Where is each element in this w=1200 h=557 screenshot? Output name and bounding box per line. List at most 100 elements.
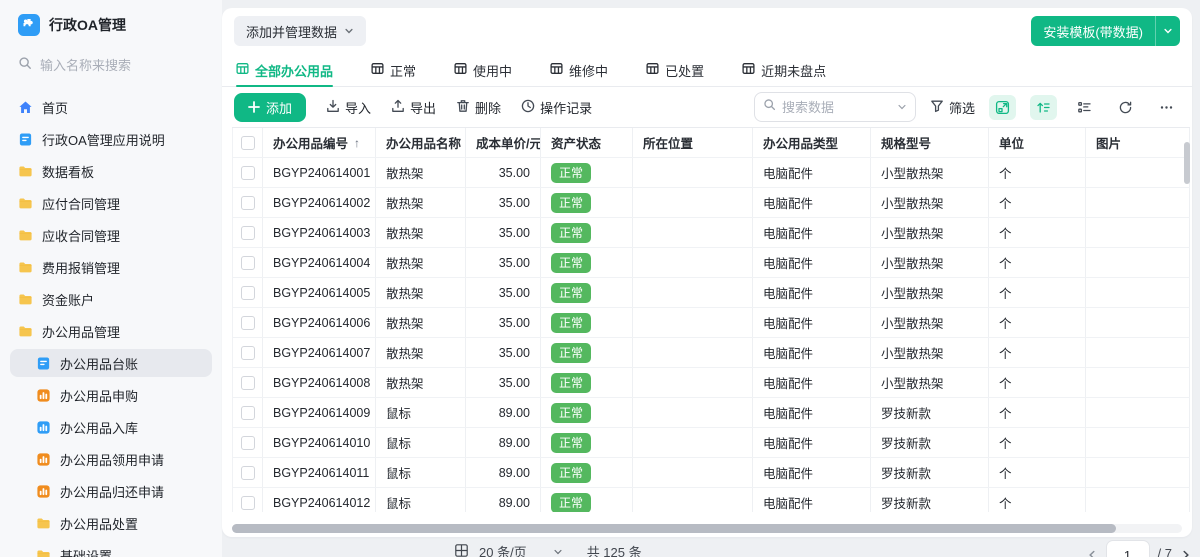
status-badge: 正常: [551, 462, 592, 483]
sidebar-item[interactable]: 办公用品领用申请: [10, 445, 212, 473]
cell-status: 正常: [541, 308, 633, 337]
cell-type: 电脑配件: [753, 308, 871, 337]
table-row[interactable]: BGYP240614006 散热架 35.00 正常 电脑配件 小型散热架个: [232, 308, 1190, 338]
manage-data-dropdown[interactable]: 添加并管理数据: [234, 16, 367, 46]
table-search-input[interactable]: [781, 99, 882, 115]
table-row[interactable]: BGYP240614009 鼠标 89.00 正常 电脑配件 罗技新款个: [232, 398, 1190, 428]
install-template-label[interactable]: 安装模板(带数据): [1031, 16, 1155, 46]
view-tab[interactable]: 近期未盘点: [742, 54, 826, 86]
sidebar-item[interactable]: 基础设置: [10, 541, 212, 557]
column-header[interactable]: 单位: [989, 128, 1086, 157]
sidebar-item[interactable]: 办公用品入库: [10, 413, 212, 441]
column-header[interactable]: 资产状态: [541, 128, 633, 157]
select-all-checkbox[interactable]: [240, 135, 255, 150]
sidebar-item[interactable]: 应收合同管理: [10, 221, 212, 249]
view-tab[interactable]: 维修中: [550, 54, 608, 86]
cell-unit: 个: [989, 158, 1086, 187]
history-button[interactable]: 操作记录: [521, 98, 592, 117]
view-tab[interactable]: 全部办公用品: [236, 54, 334, 87]
delete-button[interactable]: 删除: [456, 98, 501, 117]
column-header[interactable]: 成本单价/元: [466, 128, 541, 157]
cell-price: 89.00: [466, 488, 541, 512]
more-button[interactable]: [1153, 95, 1180, 120]
cell-price: 35.00: [466, 308, 541, 337]
search-options-caret[interactable]: [897, 102, 907, 112]
page-number-input[interactable]: [1105, 540, 1150, 557]
search-icon: [763, 98, 776, 116]
cell-name: 鼠标: [376, 488, 466, 512]
table-row[interactable]: BGYP240614007 散热架 35.00 正常 电脑配件 小型散热架个: [232, 338, 1190, 368]
row-checkbox[interactable]: [240, 435, 255, 450]
table-row[interactable]: BGYP240614002 散热架 35.00 正常 电脑配件 小型散热架个: [232, 188, 1190, 218]
install-template-button[interactable]: 安装模板(带数据): [1031, 16, 1180, 46]
vertical-scrollbar[interactable]: [1184, 142, 1190, 184]
row-checkbox[interactable]: [240, 195, 255, 210]
sidebar-item[interactable]: 行政OA管理应用说明: [10, 125, 212, 153]
table-search[interactable]: [753, 92, 916, 122]
column-header[interactable]: 办公用品类型: [753, 128, 871, 157]
row-checkbox[interactable]: [240, 285, 255, 300]
column-header[interactable]: 办公用品编号 ↑: [263, 128, 376, 157]
sidebar-item[interactable]: 应付合同管理: [10, 189, 212, 217]
sidebar-item[interactable]: 资金账户: [10, 285, 212, 313]
view-tab[interactable]: 正常: [371, 54, 416, 86]
next-page-button[interactable]: [1180, 540, 1192, 557]
row-checkbox[interactable]: [240, 495, 255, 510]
install-template-caret[interactable]: [1155, 16, 1180, 46]
row-checkbox[interactable]: [240, 255, 255, 270]
row-checkbox[interactable]: [240, 405, 255, 420]
sidebar-item[interactable]: 首页: [10, 93, 212, 121]
cell-code: BGYP240614001: [263, 158, 376, 187]
sidebar-item[interactable]: 办公用品管理: [10, 317, 212, 345]
prev-page-button[interactable]: [1086, 540, 1098, 557]
cell-status: 正常: [541, 398, 633, 427]
row-checkbox[interactable]: [240, 315, 255, 330]
cell-unit: 个: [989, 458, 1086, 487]
table-icon: [646, 62, 659, 78]
sidebar-item[interactable]: 办公用品处置: [10, 509, 212, 537]
cell-image: [1086, 458, 1190, 487]
main-area: 添加并管理数据 安装模板(带数据) 全部办公用品 正常 使用中 维修中 已处置 近期未盘点…: [222, 0, 1200, 557]
sidebar-item[interactable]: 办公用品申购: [10, 381, 212, 409]
row-checkbox[interactable]: [240, 225, 255, 240]
status-badge: 正常: [551, 192, 592, 213]
sidebar-search[interactable]: [10, 48, 212, 89]
ledger-icon: [36, 356, 51, 371]
export-button[interactable]: 导出: [391, 98, 436, 117]
folder-icon: [18, 228, 33, 243]
table-row[interactable]: BGYP240614008 散热架 35.00 正常 电脑配件 小型散热架个: [232, 368, 1190, 398]
row-checkbox[interactable]: [240, 375, 255, 390]
refresh-button[interactable]: [1112, 95, 1139, 120]
cell-code: BGYP240614012: [263, 488, 376, 512]
table-row[interactable]: BGYP240614011 鼠标 89.00 正常 电脑配件 罗技新款个: [232, 458, 1190, 488]
expand-record-button[interactable]: [989, 94, 1016, 120]
table-row[interactable]: BGYP240614012 鼠标 89.00 正常 电脑配件 罗技新款个: [232, 488, 1190, 512]
view-tab[interactable]: 使用中: [454, 54, 512, 86]
row-checkbox[interactable]: [240, 345, 255, 360]
sidebar-item[interactable]: 办公用品台账: [10, 349, 212, 377]
import-button[interactable]: 导入: [326, 98, 371, 117]
column-header[interactable]: 图片: [1086, 128, 1190, 157]
table-row[interactable]: BGYP240614004 散热架 35.00 正常 电脑配件 小型散热架个: [232, 248, 1190, 278]
table-row[interactable]: BGYP240614010 鼠标 89.00 正常 电脑配件 罗技新款个: [232, 428, 1190, 458]
view-tab[interactable]: 已处置: [646, 54, 704, 86]
row-checkbox[interactable]: [240, 465, 255, 480]
add-button[interactable]: 添加: [234, 92, 307, 122]
filter-button[interactable]: 筛选: [930, 98, 975, 117]
group-button[interactable]: [1071, 95, 1098, 120]
sidebar-item[interactable]: 数据看板: [10, 157, 212, 185]
column-header[interactable]: 规格型号: [871, 128, 989, 157]
row-sort-button[interactable]: [1030, 94, 1057, 120]
row-checkbox[interactable]: [240, 165, 255, 180]
cell-price: 89.00: [466, 428, 541, 457]
page-size-select[interactable]: 20 条/页: [479, 542, 563, 557]
sidebar-search-input[interactable]: [40, 58, 190, 73]
horizontal-scrollbar[interactable]: [232, 524, 1116, 533]
sidebar-item[interactable]: 费用报销管理: [10, 253, 212, 281]
table-row[interactable]: BGYP240614001 散热架 35.00 正常 电脑配件 小型散热架个: [232, 158, 1190, 188]
sidebar-item[interactable]: 办公用品归还申请: [10, 477, 212, 505]
column-header[interactable]: 所在位置: [633, 128, 753, 157]
table-row[interactable]: BGYP240614003 散热架 35.00 正常 电脑配件 小型散热架个: [232, 218, 1190, 248]
table-row[interactable]: BGYP240614005 散热架 35.00 正常 电脑配件 小型散热架个: [232, 278, 1190, 308]
column-header[interactable]: 办公用品名称: [376, 128, 466, 157]
